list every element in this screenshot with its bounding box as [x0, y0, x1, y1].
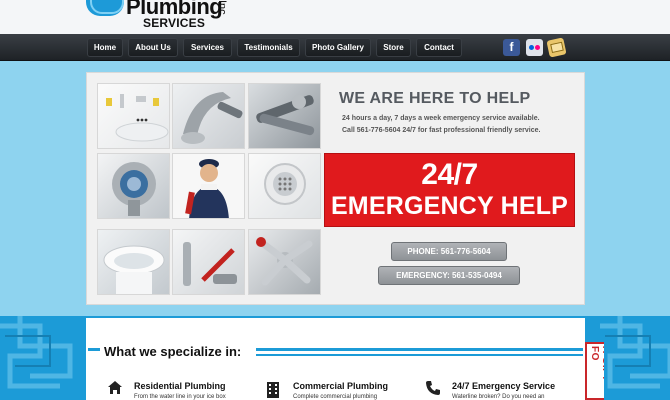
flickr-icon[interactable]	[526, 39, 543, 56]
service-desc-residential: From the water line in your ice box	[134, 394, 226, 400]
service-desc-emergency: Waterline broken? Do you need an	[452, 394, 545, 400]
tools-photo	[248, 83, 321, 149]
logo-inc: Inc.	[216, 0, 228, 18]
phone-button[interactable]: PHONE: 561-776-5604	[391, 242, 507, 261]
site-header: Plumbing Inc. SERVICES	[0, 0, 670, 34]
service-title-commercial[interactable]: Commercial Plumbing	[293, 381, 388, 391]
house-icon	[108, 381, 122, 394]
hero-line-1: 24 hours a day, 7 days a week emergency …	[342, 115, 540, 122]
plumber-photo	[172, 153, 245, 219]
title-stripe-right-thin	[256, 354, 583, 356]
nav-about-us[interactable]: About Us	[128, 38, 178, 57]
title-stripe-left	[88, 348, 100, 351]
specialize-title: What we specialize in:	[102, 344, 244, 359]
building-icon	[267, 382, 279, 398]
nav-contact[interactable]: Contact	[416, 38, 462, 57]
main-nav: Home About Us Services Testimonials Phot…	[0, 34, 670, 61]
hero-title: WE ARE HERE TO HELP	[339, 90, 531, 107]
hero-line-2: Call 561-776-5604 24/7 for fast professi…	[342, 127, 541, 134]
service-desc-commercial: Complete commercial plumbing	[293, 394, 378, 400]
service-title-emergency[interactable]: 24/7 Emergency Service	[452, 381, 555, 391]
handle-photo	[248, 229, 321, 295]
emergency-phone-button[interactable]: EMERGENCY: 561-535-0494	[378, 266, 520, 285]
logo-subtitle: SERVICES	[143, 16, 206, 30]
faucet-photo	[97, 83, 170, 149]
facebook-icon[interactable]: f	[503, 39, 520, 56]
nav-photo-gallery[interactable]: Photo Gallery	[305, 38, 371, 57]
emergency-banner-247: 24/7	[421, 158, 478, 191]
gift-tab-label: A GIFT FO	[589, 346, 604, 382]
sprayer-photo	[172, 229, 245, 295]
nav-home[interactable]: Home	[87, 38, 123, 57]
nav-testimonials[interactable]: Testimonials	[237, 38, 300, 57]
phone-icon	[426, 381, 440, 395]
toilet-photo	[97, 229, 170, 295]
logo-drop-icon[interactable]	[86, 0, 124, 16]
drain-photo	[248, 153, 321, 219]
mail-icon[interactable]	[546, 37, 567, 58]
wrench-faucet-photo	[172, 83, 245, 149]
shower-photo	[97, 153, 170, 219]
nav-services[interactable]: Services	[183, 38, 232, 57]
emergency-banner-text: EMERGENCY HELP	[330, 192, 569, 220]
service-title-residential[interactable]: Residential Plumbing	[134, 381, 226, 391]
emergency-banner: 24/7 EMERGENCY HELP	[324, 153, 575, 227]
title-stripe-right	[256, 348, 583, 351]
nav-store[interactable]: Store	[376, 38, 411, 57]
gift-tab[interactable]: A GIFT FO	[585, 342, 604, 400]
